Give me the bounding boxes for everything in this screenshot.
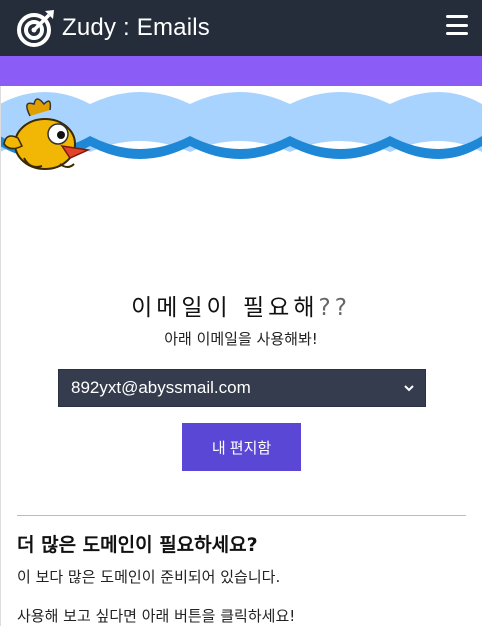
accent-bar [0, 56, 482, 86]
top-navbar: Zudy : Emails [0, 0, 482, 56]
heading-suffix: ?? [318, 295, 351, 321]
inbox-button[interactable]: 내 편지함 [182, 423, 301, 471]
email-select-value: 892yxt@abyssmail.com [71, 378, 251, 397]
heading-text: 이메일이 필요해 [131, 295, 319, 321]
page-border [0, 86, 1, 626]
app-title: Zudy : Emails [62, 14, 210, 41]
hero-banner [0, 86, 482, 196]
target-logo-icon [17, 10, 54, 47]
more-domains-text: 이 보다 많은 도메인이 준비되어 있습니다. [17, 568, 281, 586]
page-subheading: 아래 이메일을 사용해봐! [164, 330, 318, 348]
section-divider [17, 515, 466, 516]
chevron-down-icon [404, 385, 414, 392]
hamburger-menu-icon[interactable] [446, 15, 468, 35]
more-domains-title: 더 많은 도메인이 필요하세요? [17, 534, 258, 556]
brand-link[interactable]: Zudy : Emails [16, 8, 210, 48]
more-domains-cta-text: 사용해 보고 싶다면 아래 버튼을 클릭하세요! [17, 607, 296, 625]
page-heading: 이메일이 필요해?? [0, 288, 482, 322]
email-select[interactable]: 892yxt@abyssmail.com [58, 369, 426, 407]
